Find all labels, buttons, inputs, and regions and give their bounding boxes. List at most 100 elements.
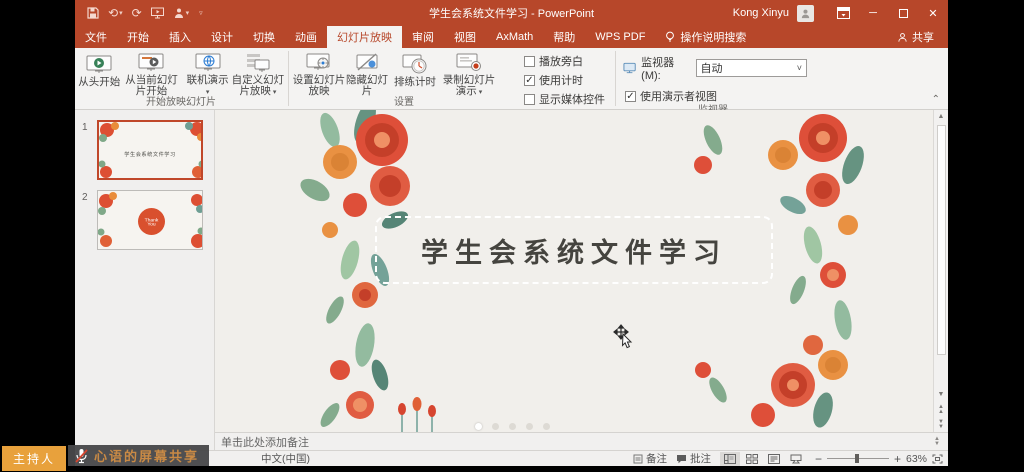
next-slide-button[interactable]: ▼▼ [938,417,944,432]
tab-file[interactable]: 文件 [75,26,117,48]
language-indicator[interactable]: 中文(中国) [261,451,310,466]
slide-canvas[interactable]: 学生会系统文件学习 [215,110,933,432]
tab-animations[interactable]: 动画 [285,26,327,48]
scroll-up-icon[interactable]: ▲ [938,110,945,124]
page-dot [526,423,533,430]
from-current-slide-button[interactable]: 从当前幻灯片开始 [121,50,181,96]
presenter-view-checkbox[interactable]: ✓ 使用演示者视图 [623,88,807,104]
custom-slideshow-button[interactable]: 自定义幻灯片放映 ▾ [231,50,285,96]
show-media-controls-checkbox[interactable]: 显示媒体控件 [524,91,610,107]
tab-transitions[interactable]: 切换 [243,26,285,48]
close-button[interactable]: ✕ [918,0,948,26]
share-person-icon [897,32,908,43]
monitor-select[interactable]: 自动 ˅ [696,59,807,77]
from-current-slide-icon [138,53,164,73]
host-badge: 主持人 [2,446,66,471]
share-button[interactable]: 共享 [883,26,948,48]
tab-help[interactable]: 帮助 [543,26,585,48]
play-narrations-checkbox[interactable]: 播放旁白 [524,53,610,69]
record-slideshow-icon [456,53,482,73]
checkbox-checked-icon: ✓ [625,91,636,102]
hide-slide-icon [355,53,379,73]
reading-view-button[interactable] [764,452,784,466]
rehearse-timings-button[interactable]: 排练计时 [391,50,439,96]
notes-icon [633,454,643,464]
user-avatar[interactable] [797,5,814,22]
presenter-icon[interactable]: ▾ [173,7,190,19]
tab-wpspdf[interactable]: WPS PDF [585,26,655,48]
dropdown-arrow-icon: ▾ [206,89,210,96]
quick-access-toolbar: ⟲▾ ⟳ ▾ ▿ [75,7,203,19]
hide-slide-button[interactable]: 隐藏幻灯片 [346,50,388,96]
collapse-ribbon-icon[interactable]: ⌃ [932,94,940,105]
slide-thumbnail-panel: 1 学生会系统文件学习 2 Than [75,110,215,450]
thumbnail-slide-1[interactable]: 1 学生会系统文件学习 [97,120,202,180]
notes-toggle-button[interactable]: 备注 [633,451,667,466]
screen-share-banner[interactable]: 心语的屏幕共享 [68,445,209,466]
maximize-button[interactable] [888,0,918,26]
zoom-slider[interactable] [827,458,889,459]
setup-slideshow-button[interactable]: 设置幻灯片放映 [292,50,346,96]
tab-insert[interactable]: 插入 [159,26,201,48]
thumbnail-slide-2[interactable]: 2 Thank You [97,190,202,250]
tab-review[interactable]: 审阅 [402,26,444,48]
ribbon: 从头开始 从当前幻灯片开始 联机演示▾ [75,48,948,110]
from-beginning-button[interactable]: 从头开始 [77,50,121,96]
zoom-level[interactable]: 63% [906,453,927,465]
scrollbar-thumb[interactable] [937,125,946,355]
tab-home[interactable]: 开始 [117,26,159,48]
screen-share-frame: ⟲▾ ⟳ ▾ ▿ 学生会系统文件学习 - PowerPoint Kong Xin… [0,0,1024,472]
customize-qat-icon[interactable]: ▿ [198,10,203,17]
notes-placeholder: 单击此处添加备注 [221,434,309,450]
setup-checkboxes: 播放旁白 ✓ 使用计时 显示媒体控件 [518,48,614,109]
normal-view-button[interactable] [720,452,740,466]
minimize-button[interactable]: ─ [858,0,888,26]
mouse-move-cursor [613,324,635,350]
page-dot [509,423,516,430]
zoom-slider-thumb[interactable] [855,454,859,463]
present-online-button[interactable]: 联机演示▾ [184,50,230,96]
zoom-out-button[interactable]: − [815,453,822,465]
tab-design[interactable]: 设计 [201,26,243,48]
scroll-down-icon[interactable]: ▼ [938,388,945,402]
zoom-in-button[interactable]: + [894,453,901,465]
vertical-scrollbar[interactable]: ▲ ▼ ▲▲ ▼▼ [933,110,948,432]
comments-toggle-button[interactable]: 批注 [676,451,711,466]
tab-slideshow-active[interactable]: 幻灯片放映 [327,26,402,48]
ribbon-group-monitors: 监视器(M): 自动 ˅ ✓ 使用演示者视图 监视器 [617,48,809,109]
ribbon-tab-row: 文件 开始 插入 设计 切换 动画 幻灯片放映 审阅 视图 AxMath 帮助 … [75,26,948,48]
notes-resize-arrows[interactable]: ▲▼ [934,437,940,447]
fit-to-window-icon[interactable] [932,454,943,464]
slide-sorter-view-button[interactable] [742,452,762,466]
powerpoint-window: ⟲▾ ⟳ ▾ ▿ 学生会系统文件学习 - PowerPoint Kong Xin… [75,0,948,466]
record-slideshow-button[interactable]: 录制幻灯片演示 ▾ [439,50,499,96]
page-dot-active [475,423,482,430]
tab-view[interactable]: 视图 [444,26,486,48]
notes-pane[interactable]: 单击此处添加备注 ▲▼ [215,432,948,450]
ribbon-group-separator [615,51,616,106]
slide-title-placeholder[interactable]: 学生会系统文件学习 [375,216,773,284]
titlebar: ⟲▾ ⟳ ▾ ▿ 学生会系统文件学习 - PowerPoint Kong Xin… [75,0,948,26]
chevron-down-icon: ˅ [797,63,802,73]
muted-microphone-icon [74,448,89,464]
page-dot [543,423,550,430]
ribbon-display-options-button[interactable] [828,0,858,26]
use-timings-checkbox[interactable]: ✓ 使用计时 [524,72,610,88]
zoom-controls: − + 63% [815,453,943,465]
ribbon-group-setup: 设置幻灯片放映 隐藏幻灯片 排练计时 [290,48,518,109]
tell-me-search[interactable]: 操作说明搜索 [655,26,756,48]
tab-axmath[interactable]: AxMath [486,26,543,48]
undo-icon[interactable]: ⟲▾ [108,7,123,19]
save-icon[interactable] [87,7,99,19]
previous-slide-button[interactable]: ▲▲ [938,402,944,417]
bottom-black-strip [0,466,1024,472]
page-dot [492,423,499,430]
slide-editing-area[interactable]: 学生会系统文件学习 [215,110,948,432]
dropdown-arrow-icon: ▾ [271,89,276,96]
monitor-icon [623,62,636,74]
checkbox-icon [524,56,535,67]
redo-icon[interactable]: ⟳ [132,7,142,19]
start-slideshow-icon[interactable] [151,7,164,19]
user-name[interactable]: Kong Xinyu [733,7,789,19]
slideshow-view-button[interactable] [786,452,806,466]
